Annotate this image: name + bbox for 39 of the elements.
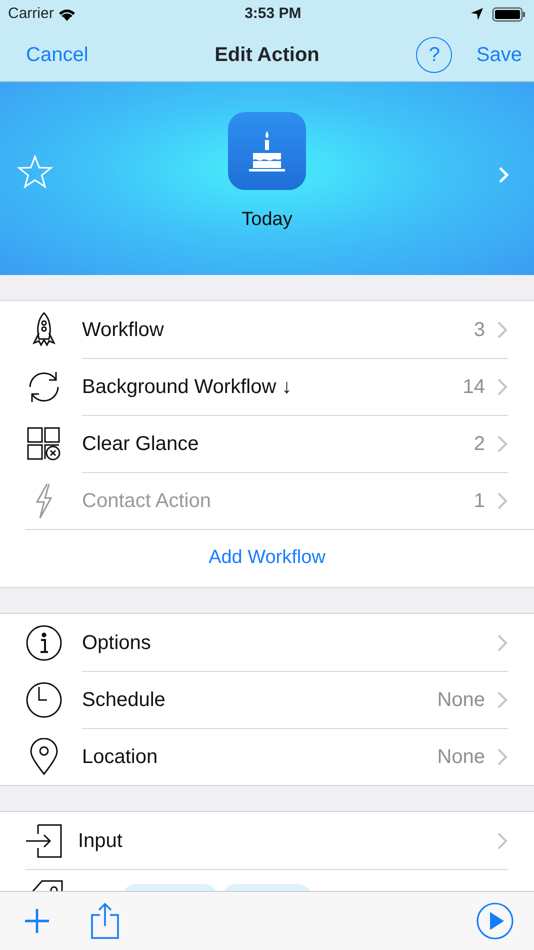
chevron-right-icon	[497, 691, 508, 709]
location-arrow-icon	[470, 7, 484, 21]
battery-icon	[492, 6, 526, 22]
row-label[interactable]: Background Workflow ↓	[82, 372, 292, 402]
row-value: None	[437, 688, 485, 713]
star-icon[interactable]	[17, 155, 53, 189]
row-value: 14	[462, 375, 485, 400]
row-label[interactable]: Options	[82, 628, 151, 658]
grid-clear-icon	[25, 424, 63, 462]
chevron-right-icon	[497, 832, 508, 850]
row-value: 1	[474, 489, 485, 514]
row-label[interactable]: Clear Glance	[82, 429, 199, 459]
chevron-right-icon	[497, 748, 508, 766]
add-icon[interactable]	[24, 908, 50, 934]
action-name: Today	[242, 208, 292, 232]
row-label[interactable]: Workflow	[82, 314, 164, 344]
play-icon[interactable]	[476, 902, 514, 940]
row-label[interactable]: Schedule	[82, 685, 166, 715]
info-icon	[25, 624, 63, 662]
wifi-icon	[58, 8, 76, 20]
chevron-right-icon	[497, 492, 508, 510]
add-workflow-link[interactable]: Add Workflow	[202, 543, 332, 574]
row-label[interactable]: Input	[78, 826, 122, 856]
clock-icon	[25, 680, 63, 718]
row-value: None	[437, 745, 485, 770]
row-value: 3	[474, 318, 485, 342]
chevron-right-icon	[497, 435, 508, 453]
screen-title: Edit Action	[214, 42, 320, 68]
chevron-right-icon	[497, 378, 508, 396]
carrier-label: Carrier	[8, 4, 54, 24]
input-icon	[25, 822, 63, 860]
share-icon[interactable]	[90, 902, 120, 940]
chevron-right-icon	[497, 320, 508, 338]
row-label[interactable]: Location	[82, 742, 158, 772]
row-value: 2	[474, 432, 485, 457]
clock-time: 3:53 PM	[244, 4, 302, 24]
chevron-right-icon[interactable]	[498, 166, 510, 184]
chevron-right-icon	[497, 634, 508, 652]
cake-icon[interactable]	[228, 112, 306, 190]
